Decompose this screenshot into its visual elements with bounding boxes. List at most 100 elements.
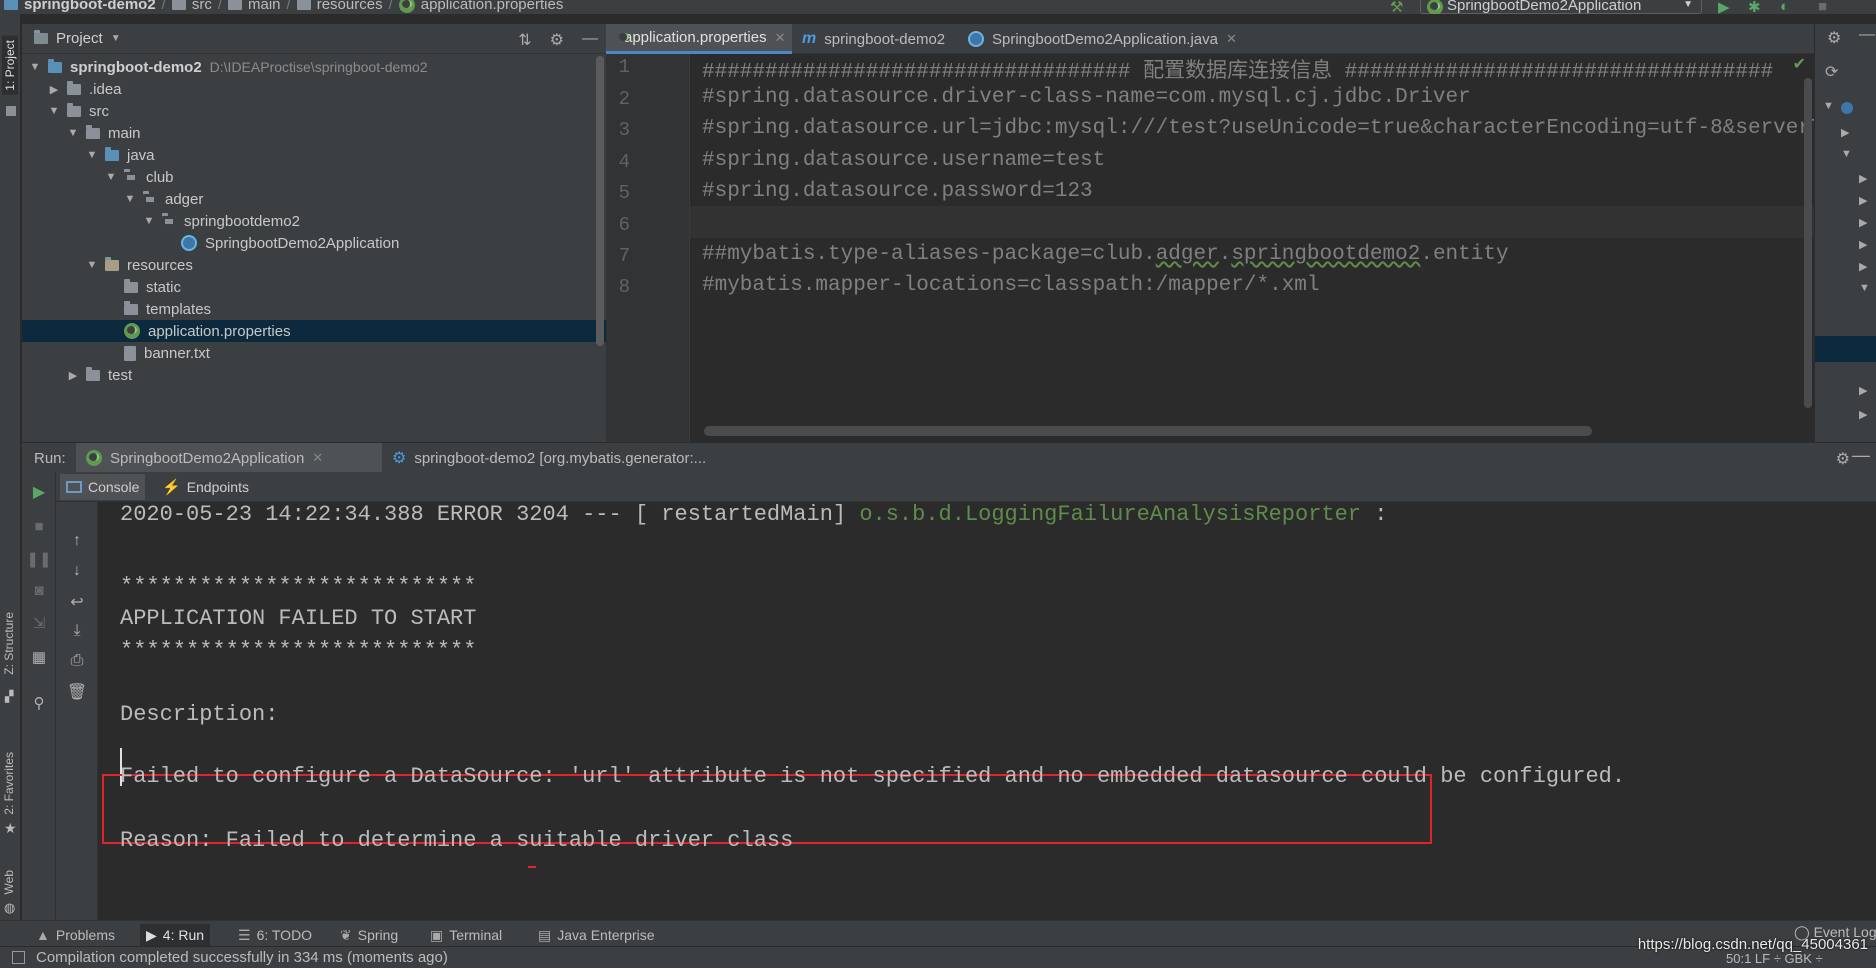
debug-icon[interactable]: ✱: [1748, 0, 1761, 14]
tree-item[interactable]: ▼ club: [22, 166, 606, 188]
tree-item[interactable]: ▼ src: [22, 100, 606, 122]
project-panel-title[interactable]: Project: [56, 30, 103, 47]
coverage-icon[interactable]: ◐: [1780, 0, 1789, 14]
run-tab-mybatis-generator[interactable]: ⚙ springboot-demo2 [org.mybatis.generato…: [382, 443, 782, 473]
chevron-down-icon[interactable]: ▼: [142, 215, 156, 227]
chevron-down-icon[interactable]: ▼: [47, 105, 61, 117]
collapse-all-icon[interactable]: ⇅: [518, 30, 531, 50]
chevron-right-icon[interactable]: ▶: [66, 369, 80, 382]
exit-icon[interactable]: ⇲: [22, 614, 56, 632]
tool-tab-todo[interactable]: ☰ 6: TODO: [232, 924, 318, 946]
chevron-down-icon[interactable]: ▼: [1859, 282, 1870, 294]
pin-icon[interactable]: ⚲: [22, 694, 56, 712]
tool-tab-terminal[interactable]: ▣ Terminal: [424, 924, 508, 946]
tool-tab-problems[interactable]: ▲ Problems: [30, 924, 121, 946]
tree-item[interactable]: static: [22, 276, 606, 298]
gear-icon[interactable]: ⚙: [1836, 449, 1850, 469]
chevron-down-icon[interactable]: ▼: [111, 33, 121, 44]
console-tab-bar: Console ⚡ Endpoints: [56, 472, 1876, 502]
chevron-down-icon[interactable]: ▼: [1823, 100, 1834, 112]
tree-item[interactable]: ▼ resources: [22, 254, 606, 276]
soft-wrap-icon[interactable]: ↩: [56, 592, 98, 612]
chevron-right-icon[interactable]: ▶: [1859, 408, 1867, 421]
breadcrumb-item[interactable]: springboot-demo2: [24, 0, 156, 13]
print-icon[interactable]: ⎙: [56, 652, 98, 670]
chevron-right-icon[interactable]: ▶: [1859, 172, 1867, 185]
chevron-right-icon[interactable]: ▶: [1859, 238, 1867, 251]
tab-springboot-demo2[interactable]: m springboot-demo2: [792, 24, 958, 54]
chevron-down-icon[interactable]: ▼: [104, 171, 118, 183]
chevron-down-icon[interactable]: ▼: [85, 259, 99, 271]
chevron-down-icon[interactable]: ▼: [28, 61, 42, 73]
gear-icon[interactable]: ⚙: [1827, 28, 1841, 48]
tree-item[interactable]: SpringbootDemo2Application: [22, 232, 606, 254]
status-toggle-icon[interactable]: [12, 951, 25, 964]
layout-icon[interactable]: ▦: [22, 648, 56, 666]
code-editor[interactable]: 1 2 3 4 5 6 7 8 ########################…: [606, 54, 1814, 442]
minimize-icon[interactable]: —: [582, 30, 598, 50]
stop-icon[interactable]: ■: [22, 518, 56, 535]
close-icon[interactable]: ✕: [775, 30, 786, 46]
breadcrumb-item[interactable]: resources: [317, 0, 383, 13]
tree-item[interactable]: ▼ springbootdemo2: [22, 210, 606, 232]
chevron-right-icon[interactable]: ▶: [1859, 194, 1867, 207]
close-icon[interactable]: ✕: [1226, 31, 1237, 47]
selected-row[interactable]: [1815, 336, 1876, 362]
scroll-to-end-icon[interactable]: ⤓: [56, 622, 98, 640]
favorites-tool-tab[interactable]: 2: Favorites: [2, 752, 16, 815]
run-configuration-select[interactable]: SpringbootDemo2Application ▼: [1420, 0, 1702, 14]
project-tool-tab[interactable]: 1: Project: [2, 36, 18, 95]
folder-icon: [296, 0, 311, 10]
tree-item[interactable]: ▼ java: [22, 144, 606, 166]
web-tool-tab[interactable]: Web: [2, 870, 16, 894]
tree-item[interactable]: banner.txt: [22, 342, 606, 364]
stop-icon[interactable]: ■: [1818, 0, 1827, 14]
project-scrollbar[interactable]: [596, 56, 604, 346]
tree-item[interactable]: application.properties: [22, 320, 606, 342]
minimize-icon[interactable]: —: [1859, 26, 1875, 44]
rerun-icon[interactable]: ▶: [22, 482, 56, 502]
tool-tab-java-enterprise[interactable]: ▤ Java Enterprise: [532, 924, 661, 946]
tree-item[interactable]: ▼ main: [22, 122, 606, 144]
arrow-up-icon[interactable]: ↑: [56, 532, 98, 550]
refresh-icon[interactable]: ⟳: [1825, 62, 1838, 82]
pause-icon[interactable]: ❚❚: [22, 550, 56, 568]
chevron-down-icon[interactable]: ▼: [1841, 148, 1852, 160]
tree-item[interactable]: ▶ .idea: [22, 78, 606, 100]
chevron-right-icon[interactable]: ▶: [47, 83, 61, 96]
chevron-right-icon[interactable]: ▶: [1859, 384, 1867, 397]
structure-tool-tab[interactable]: Z: Structure: [2, 612, 16, 675]
chevron-right-icon[interactable]: ▶: [1859, 260, 1867, 273]
run-tab-springbootdemo2application[interactable]: SpringbootDemo2Application ✕: [76, 443, 382, 473]
build-hammer-icon[interactable]: ⚒: [1390, 0, 1403, 14]
editor-vertical-scrollbar[interactable]: [1804, 78, 1812, 408]
trash-icon[interactable]: 🗑: [56, 682, 98, 702]
breadcrumb-item[interactable]: main: [248, 0, 281, 13]
chevron-down-icon[interactable]: ▼: [66, 127, 80, 139]
chevron-down-icon[interactable]: ▼: [123, 193, 137, 205]
tree-item[interactable]: ▼ adger: [22, 188, 606, 210]
tool-tab-run[interactable]: ▶ 4: Run: [140, 924, 211, 946]
arrow-down-icon[interactable]: ↓: [56, 562, 98, 580]
tab-springbootdemo2application-java[interactable]: SpringbootDemo2Application.java ✕: [958, 24, 1264, 54]
gear-icon[interactable]: ⚙: [550, 30, 564, 50]
tab-application-properties[interactable]: application.properties ✕: [606, 24, 792, 54]
close-icon[interactable]: ✕: [312, 450, 323, 466]
tab-console[interactable]: Console: [60, 474, 146, 500]
chevron-right-icon[interactable]: ▶: [1859, 216, 1867, 229]
chevron-down-icon[interactable]: ▼: [85, 149, 99, 161]
editor-horizontal-scrollbar[interactable]: [704, 426, 1592, 436]
console-output[interactable]: 2020-05-23 14:22:34.388 ERROR 3204 --- […: [98, 502, 1876, 920]
chevron-right-icon[interactable]: ▶: [1841, 126, 1849, 139]
cursor-position[interactable]: 50:1 LF ÷ GBK ÷: [1726, 951, 1823, 966]
tree-item[interactable]: ▶ test: [22, 364, 606, 386]
tab-endpoints[interactable]: ⚡ Endpoints: [156, 474, 255, 500]
minimize-icon[interactable]: —: [1852, 445, 1870, 466]
tree-item[interactable]: templates: [22, 298, 606, 320]
breadcrumb-item[interactable]: src: [192, 0, 212, 13]
tool-tab-spring[interactable]: ❦ Spring: [334, 924, 404, 946]
tree-item[interactable]: ▼ springboot-demo2 D:\IDEAProctise\springb…: [22, 56, 606, 78]
run-icon[interactable]: ▶: [1718, 0, 1730, 14]
breadcrumb-item[interactable]: application.properties: [421, 0, 564, 13]
camera-icon[interactable]: ◙: [22, 582, 56, 599]
